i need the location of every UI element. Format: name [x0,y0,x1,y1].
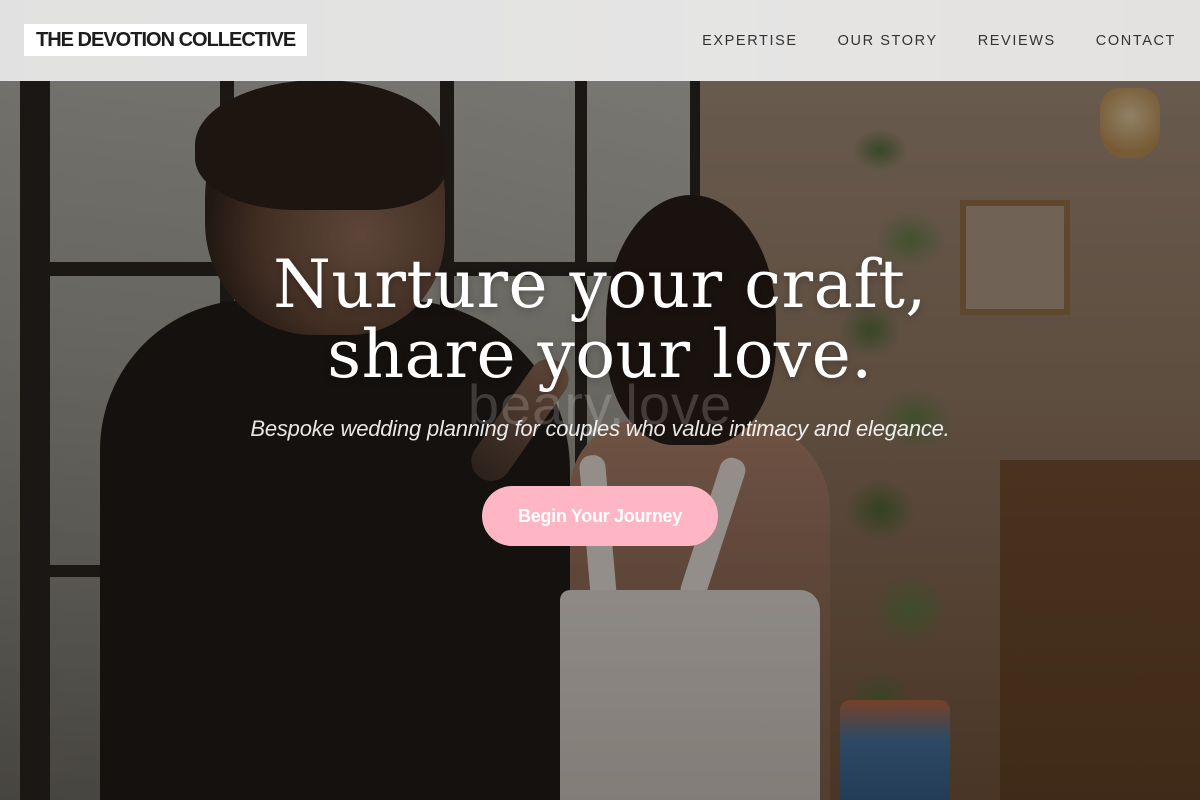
nav-link-expertise[interactable]: EXPERTISE [702,33,798,49]
nav-link-our-story[interactable]: OUR STORY [838,33,938,49]
site-logo[interactable]: THE DEVOTION COLLECTIVE [24,24,308,56]
begin-journey-button[interactable]: Begin Your Journey [482,486,718,546]
hero-headline-line1: Nurture your craft, [273,246,927,323]
nav-link-contact[interactable]: CONTACT [1096,33,1176,49]
hero-headline: Nurture your craft, share your love. [0,250,1200,390]
main-nav: EXPERTISE OUR STORY REVIEWS CONTACT [702,0,1176,81]
hero-subheadline: Bespoke wedding planning for couples who… [250,416,950,441]
hero-headline-line2: share your love. [327,316,873,393]
hero-content: Nurture your craft, share your love. bea… [0,250,1200,546]
nav-link-reviews[interactable]: REVIEWS [978,33,1056,49]
site-header: THE DEVOTION COLLECTIVE EXPERTISE OUR ST… [0,0,1200,81]
